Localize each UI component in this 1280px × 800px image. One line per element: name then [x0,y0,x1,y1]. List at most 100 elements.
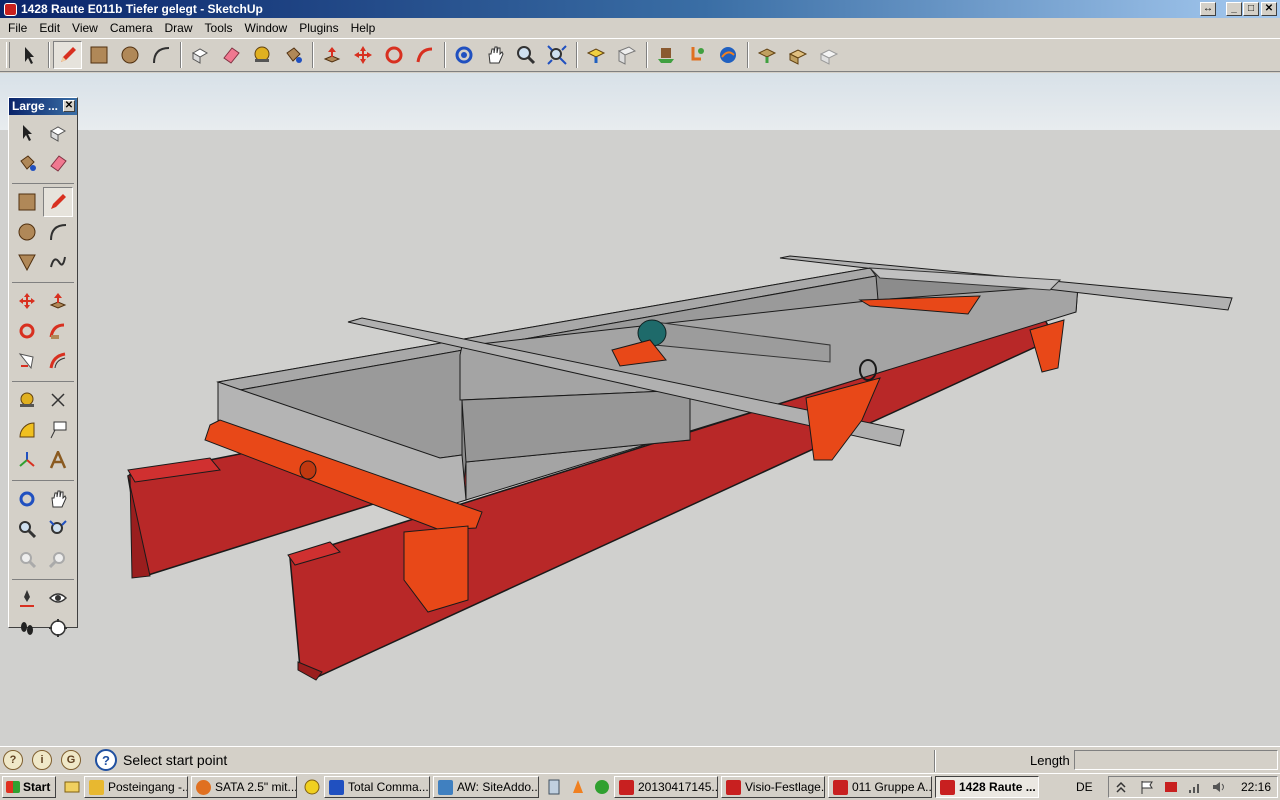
pan-tool-button[interactable] [480,41,509,69]
pal-arc-button[interactable] [43,217,73,247]
pal-walk-button[interactable] [12,613,42,643]
pal-position-camera-button[interactable] [12,583,42,613]
pal-follow-me-button[interactable] [43,316,73,346]
volume-icon[interactable] [1211,780,1227,794]
menu-edit[interactable]: Edit [33,21,66,35]
menu-plugins[interactable]: Plugins [293,21,344,35]
arc-tool-button[interactable] [146,41,175,69]
quick-launch-tray-app[interactable] [300,776,324,798]
zoom-extents-button[interactable] [542,41,571,69]
components-button[interactable] [752,41,781,69]
tape-measure-button[interactable] [247,41,276,69]
pal-axes-button[interactable] [12,445,42,475]
pal-tape-measure-button[interactable] [12,385,42,415]
pal-previous-view-button[interactable] [12,544,42,574]
select-tool-button[interactable] [14,41,43,69]
zoom-tool-button[interactable] [511,41,540,69]
task-siteaddo[interactable]: AW: SiteAddo... [433,776,539,798]
pal-look-around-button[interactable] [43,583,73,613]
menu-file[interactable]: File [2,21,33,35]
follow-me-button[interactable] [410,41,439,69]
restore-button[interactable]: ↔ [1200,2,1216,16]
language-indicator[interactable]: DE [1076,780,1093,794]
start-button[interactable]: Start [2,776,56,798]
circle-tool-button[interactable] [115,41,144,69]
chassis-model[interactable] [0,73,1280,746]
close-button[interactable]: ✕ [1261,2,1277,16]
pal-pan-button[interactable] [43,484,73,514]
pal-eraser-button[interactable] [43,148,73,178]
menu-help[interactable]: Help [345,21,382,35]
credits-icon[interactable]: i [32,750,52,770]
menu-window[interactable]: Window [239,21,294,35]
user-sign-in-icon[interactable]: G [61,750,81,770]
task-firefox[interactable]: SATA 2.5" mit... [191,776,297,798]
pal-rotate-button[interactable] [12,316,42,346]
security-icon[interactable] [1163,780,1179,794]
sandbox-button[interactable] [783,41,812,69]
task-gruppe[interactable]: 011 Gruppe A... [828,776,932,798]
eraser-tool-button[interactable] [216,41,245,69]
model-viewport[interactable] [0,73,1280,746]
quick-launch-calculator[interactable] [542,776,566,798]
move-tool-button[interactable] [348,41,377,69]
large-toolset-palette[interactable]: Large ... ✕ [8,97,78,637]
pal-section-plane-button[interactable] [43,613,73,643]
paint-bucket-button[interactable] [278,41,307,69]
rotate-tool-button[interactable] [379,41,408,69]
task-pdf-2013[interactable]: 20130417145... [614,776,718,798]
menu-tools[interactable]: Tools [199,21,239,35]
palette-close-button[interactable]: ✕ [63,100,75,112]
menu-draw[interactable]: Draw [159,21,199,35]
title-bar[interactable]: 1428 Raute E011b Tiefer gelegt - SketchU… [0,0,1280,18]
pal-circle-button[interactable] [12,217,42,247]
pal-protractor-button[interactable] [12,415,42,445]
task-posteingang[interactable]: Posteingang -... [84,776,188,798]
get-models-button[interactable] [581,41,610,69]
toolbar-grip[interactable] [6,42,10,68]
geolocation-icon[interactable]: ? [3,750,23,770]
warehouse-button[interactable] [814,41,843,69]
pal-move-button[interactable] [12,286,42,316]
pal-paint-bucket-button[interactable] [12,148,42,178]
quick-launch-vlc[interactable] [566,776,590,798]
palette-title-bar[interactable]: Large ... ✕ [9,98,77,115]
pal-dimension-button[interactable] [43,385,73,415]
pal-orbit-button[interactable] [12,484,42,514]
task-total-commander[interactable]: Total Comma... [324,776,430,798]
pal-text-button[interactable] [43,415,73,445]
task-visio-festlage[interactable]: Visio-Festlage... [721,776,825,798]
pal-polygon-button[interactable] [12,247,42,277]
google-earth-button[interactable] [713,41,742,69]
get-photo-texture-button[interactable] [682,41,711,69]
pal-push-pull-button[interactable] [43,286,73,316]
pencil-tool-button[interactable] [53,41,82,69]
flag-icon[interactable] [1139,780,1155,794]
rectangle-tool-button[interactable] [84,41,113,69]
pal-select-button[interactable] [12,118,42,148]
share-model-button[interactable] [612,41,641,69]
pal-offset-button[interactable] [43,346,73,376]
pal-zoom-button[interactable] [12,514,42,544]
orbit-tool-button[interactable] [449,41,478,69]
pal-zoom-window-button[interactable] [43,514,73,544]
pal-rectangle-button[interactable] [12,187,42,217]
clock[interactable]: 22:16 [1241,780,1271,794]
pal-freehand-button[interactable] [43,247,73,277]
quick-launch-outlook[interactable] [60,776,84,798]
help-icon[interactable]: ? [95,749,117,771]
pal-next-view-button[interactable] [43,544,73,574]
network-signal-icon[interactable] [1187,780,1203,794]
chevron-up-icon[interactable] [1115,780,1131,794]
menu-view[interactable]: View [66,21,104,35]
task-sketchup[interactable]: 1428 Raute ... [935,776,1039,798]
maximize-button[interactable]: □ [1243,2,1259,16]
pal-scale-button[interactable] [12,346,42,376]
measurements-input[interactable] [1074,750,1278,770]
pal-pencil-button[interactable] [43,187,73,217]
quick-launch-green-app[interactable] [590,776,614,798]
menu-camera[interactable]: Camera [104,21,159,35]
minimize-button[interactable]: _ [1226,2,1242,16]
pal-make-component-button[interactable] [43,118,73,148]
place-model-button[interactable] [651,41,680,69]
